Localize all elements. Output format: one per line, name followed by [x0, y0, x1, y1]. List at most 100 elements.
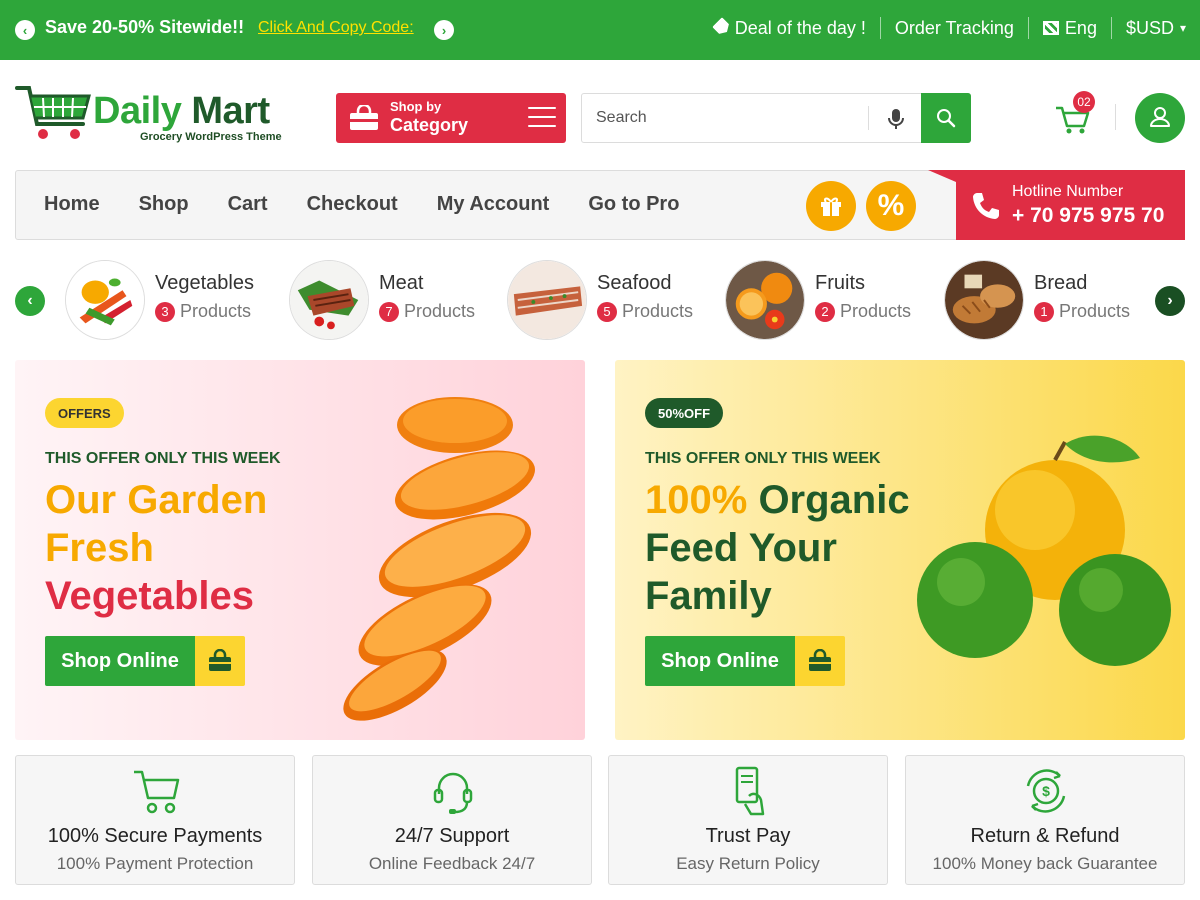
nav-cart[interactable]: Cart — [228, 193, 268, 216]
promo-prev-button[interactable]: ‹ — [15, 20, 35, 40]
headline-line-2: Feed Your — [645, 526, 837, 570]
feature-return-refund: $ Return & Refund 100% Money back Guaran… — [905, 755, 1185, 885]
feature-title: 24/7 Support — [394, 825, 510, 847]
divider — [1115, 104, 1116, 130]
logo-tagline: Grocery WordPress Theme — [140, 131, 282, 143]
category-count-badge: 1 — [1034, 301, 1054, 322]
category-count: 2 Products — [815, 301, 911, 322]
seafood-thumbnail — [507, 260, 587, 340]
headline-line-2: Fresh — [45, 526, 154, 570]
gift-button[interactable] — [806, 181, 856, 231]
category-count-label: Products — [180, 301, 252, 321]
feature-title: 100% Secure Payments — [47, 825, 263, 847]
category-count-badge: 5 — [597, 301, 617, 322]
shop-online-button[interactable]: Shop Online — [45, 636, 245, 686]
feature-title: Trust Pay — [705, 825, 791, 847]
bread-thumbnail — [944, 260, 1024, 340]
topbar-right-links: Deal of the day ! Order Tracking Eng $US… — [715, 17, 1186, 39]
fruits-thumbnail — [725, 260, 805, 340]
feature-subtitle: 100% Payment Protection — [56, 854, 254, 873]
user-icon — [1150, 107, 1170, 127]
search-icon — [937, 109, 956, 128]
nav-home[interactable]: Home — [44, 193, 100, 216]
feature-trust-pay: Trust Pay Easy Return Policy — [608, 755, 888, 885]
banner-headline: Our Garden Fresh Vegetables — [45, 476, 267, 620]
nav-checkout[interactable]: Checkout — [307, 193, 398, 216]
feature-title: Return & Refund — [970, 825, 1120, 847]
hotline-label: Hotline Number — [1012, 183, 1124, 200]
category-count-label: Products — [622, 301, 694, 321]
shopping-bag-icon — [195, 636, 245, 686]
search-bar — [581, 93, 971, 143]
logo-brand-mart: Mart — [191, 90, 270, 132]
feature-support: 24/7 Support Online Feedback 24/7 — [312, 755, 592, 885]
shop-online-label: Shop Online — [645, 636, 795, 686]
logo-brand: Daily Mart — [93, 90, 270, 133]
divider — [1027, 17, 1029, 39]
search-input[interactable] — [582, 94, 867, 142]
category-prev-button[interactable]: ‹ — [15, 286, 45, 316]
category-count-badge: 7 — [379, 301, 399, 322]
feature-secure-payments: 100% Secure Payments 100% Payment Protec… — [15, 755, 295, 885]
category-next-button[interactable]: › — [1155, 286, 1185, 316]
category-name: Vegetables — [155, 272, 254, 294]
category-count: 7 Products — [379, 301, 475, 322]
category-count: 5 Products — [597, 301, 693, 322]
language-selector[interactable]: Eng — [1065, 18, 1097, 39]
category-count-badge: 3 — [155, 301, 175, 322]
hotline-number: + 70 975 975 70 — [1012, 204, 1165, 227]
promo-banner-vegetables: OFFERS THIS OFFER ONLY THIS WEEK Our Gar… — [15, 360, 585, 740]
citrus-fruits-image — [917, 435, 1171, 666]
category-count-label: Products — [840, 301, 912, 321]
shop-online-label: Shop Online — [45, 636, 195, 686]
headline-line-3: Family — [645, 574, 772, 618]
nav-shop[interactable]: Shop — [139, 193, 189, 216]
shopping-bag-icon — [795, 636, 845, 686]
phone-icon — [973, 193, 999, 219]
cart-icon — [134, 770, 180, 814]
hotline-box[interactable]: Hotline Number + 70 975 975 70 — [928, 170, 1185, 240]
category-count-badge: 2 — [815, 301, 835, 322]
headset-icon — [433, 772, 473, 814]
category-count: 1 Products — [1034, 301, 1130, 322]
search-button[interactable] — [921, 93, 971, 143]
discount-button[interactable]: % — [866, 181, 916, 231]
headline-line-1: Our Garden — [45, 478, 268, 522]
category-name: Meat — [379, 272, 424, 294]
site-logo[interactable]: Daily Mart Grocery WordPress Theme — [15, 84, 295, 146]
feature-subtitle: 100% Money back Guarantee — [932, 854, 1158, 873]
banner-headline: 100% Organic Feed Your Family — [645, 476, 910, 620]
shop-online-button[interactable]: Shop Online — [645, 636, 845, 686]
category-name: Bread — [1034, 272, 1088, 294]
category-count: 3 Products — [155, 301, 251, 322]
vegetables-thumbnail — [65, 260, 145, 340]
shop-by-category-button[interactable]: Shop by Category — [336, 93, 566, 143]
headline-percent: 100% — [645, 478, 748, 522]
logo-cart-icon — [15, 86, 91, 139]
category-count-label: Products — [1059, 301, 1131, 321]
nav-go-to-pro[interactable]: Go to Pro — [588, 193, 679, 216]
deal-of-day-link[interactable]: Deal of the day ! — [735, 18, 866, 39]
microphone-icon[interactable] — [882, 106, 910, 132]
category-button-label: Category — [390, 115, 469, 135]
headline-line-3: Vegetables — [45, 574, 255, 618]
svg-text:$: $ — [1042, 783, 1050, 799]
tag-icon — [712, 17, 732, 37]
top-bar: ‹ Save 20-50% Sitewide!! Click And Copy … — [0, 0, 1200, 60]
category-count-label: Products — [404, 301, 476, 321]
category-name: Seafood — [597, 272, 672, 294]
account-button[interactable] — [1135, 93, 1185, 143]
order-tracking-link[interactable]: Order Tracking — [895, 18, 1014, 39]
shopping-bag-icon — [350, 105, 378, 130]
nav-my-account[interactable]: My Account — [437, 193, 550, 216]
promo-banner-organic: 50%OFF THIS OFFER ONLY THIS WEEK 100% Or… — [615, 360, 1185, 740]
headline-line-1: 100% Organic — [645, 476, 910, 524]
divider — [868, 106, 869, 130]
banner-kicker: THIS OFFER ONLY THIS WEEK — [645, 450, 881, 467]
copy-code-link[interactable]: Click And Copy Code: — [258, 19, 414, 37]
refund-icon: $ — [1026, 769, 1066, 813]
promo-text: Save 20-50% Sitewide!! — [45, 17, 245, 37]
currency-selector[interactable]: $USD — [1126, 18, 1174, 39]
feature-subtitle: Easy Return Policy — [676, 854, 820, 873]
promo-next-button[interactable]: › — [434, 20, 454, 40]
